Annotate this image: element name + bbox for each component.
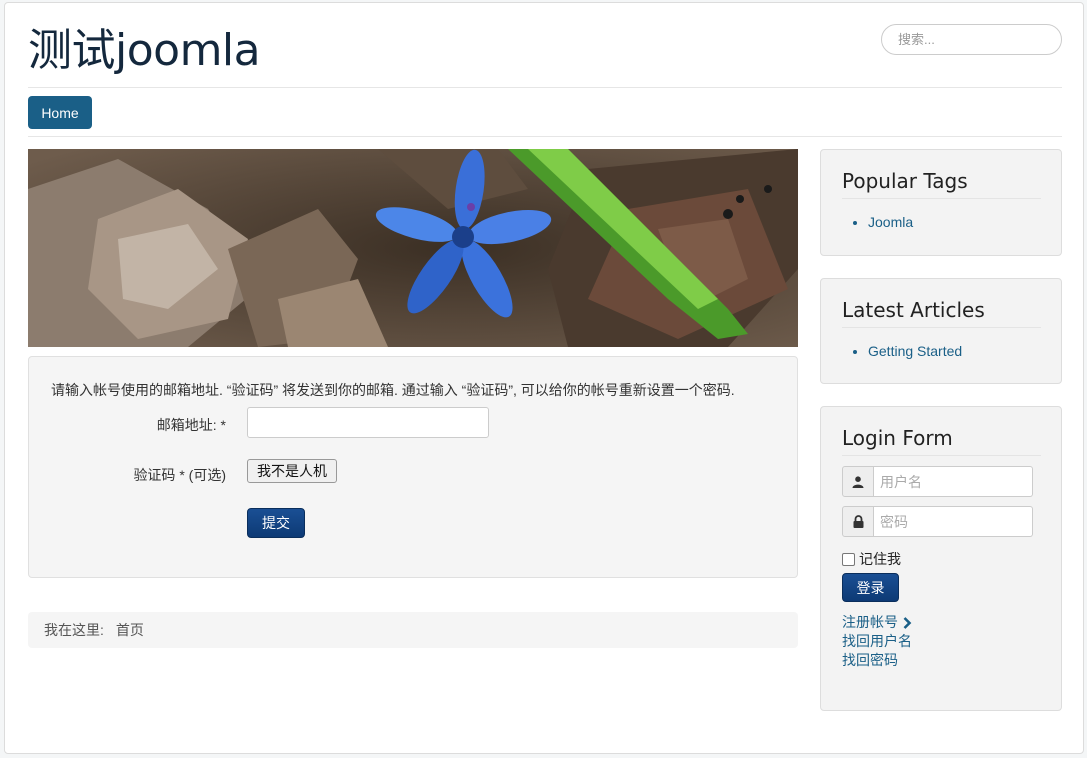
remember-label[interactable]: 记住我 <box>859 549 901 569</box>
banner-image <box>28 149 798 347</box>
email-label: 邮箱地址: * <box>156 417 226 433</box>
login-links: 注册帐号 找回用户名 找回密码 <box>842 613 912 670</box>
chevron-right-icon <box>903 616 912 629</box>
password-group <box>842 506 1033 537</box>
remember-checkbox[interactable] <box>842 552 855 566</box>
submit-button[interactable]: 提交 <box>247 508 305 538</box>
reset-form-panel: 请输入帐号使用的邮箱地址. “验证码” 将发送到你的邮箱. 通过输入 “验证码”… <box>28 356 798 578</box>
search-input[interactable] <box>881 24 1062 55</box>
email-field[interactable] <box>247 407 489 438</box>
forgot-password-link[interactable]: 找回密码 <box>842 651 912 670</box>
popular-tags-title: Popular Tags <box>842 168 1041 199</box>
username-group <box>842 466 1033 497</box>
list-item: Joomla <box>868 212 913 232</box>
breadcrumb: 我在这里: 首页 <box>28 612 798 648</box>
latest-articles-module: Latest Articles Getting Started <box>820 278 1062 384</box>
remember-me: 记住我 <box>842 549 901 569</box>
tag-link-joomla[interactable]: Joomla <box>868 214 913 230</box>
lock-icon <box>842 506 874 537</box>
password-input[interactable] <box>874 506 1033 537</box>
list-item: Getting Started <box>868 341 962 361</box>
captcha-label: 验证码 * (可选) <box>133 467 226 483</box>
latest-articles-list: Getting Started <box>868 341 962 361</box>
login-button[interactable]: 登录 <box>842 573 899 602</box>
breadcrumb-prefix: 我在这里: <box>44 622 104 638</box>
breadcrumb-current: 首页 <box>115 622 144 638</box>
register-link[interactable]: 注册帐号 <box>842 613 912 632</box>
nav-divider <box>28 136 1062 137</box>
article-link-getting-started[interactable]: Getting Started <box>868 343 962 359</box>
popular-tags-list: Joomla <box>868 212 913 232</box>
header-divider <box>28 87 1062 88</box>
reset-form-intro: 请输入帐号使用的邮箱地址. “验证码” 将发送到你的邮箱. 通过输入 “验证码”… <box>51 382 735 398</box>
user-icon <box>842 466 874 497</box>
latest-articles-title: Latest Articles <box>842 297 1041 328</box>
login-form-title: Login Form <box>842 425 1041 456</box>
page-container: 测试joomla Home <box>4 2 1084 754</box>
username-input[interactable] <box>874 466 1033 497</box>
login-form-module: Login Form 记住我 登录 注册帐号 找回用户名 找回密码 <box>820 406 1062 711</box>
site-title[interactable]: 测试joomla <box>28 25 261 77</box>
register-link-label: 注册帐号 <box>842 614 898 630</box>
popular-tags-module: Popular Tags Joomla <box>820 149 1062 256</box>
captcha-button[interactable]: 我不是人机 <box>247 459 337 483</box>
forgot-username-link[interactable]: 找回用户名 <box>842 632 912 651</box>
nav-item-home[interactable]: Home <box>28 96 92 129</box>
